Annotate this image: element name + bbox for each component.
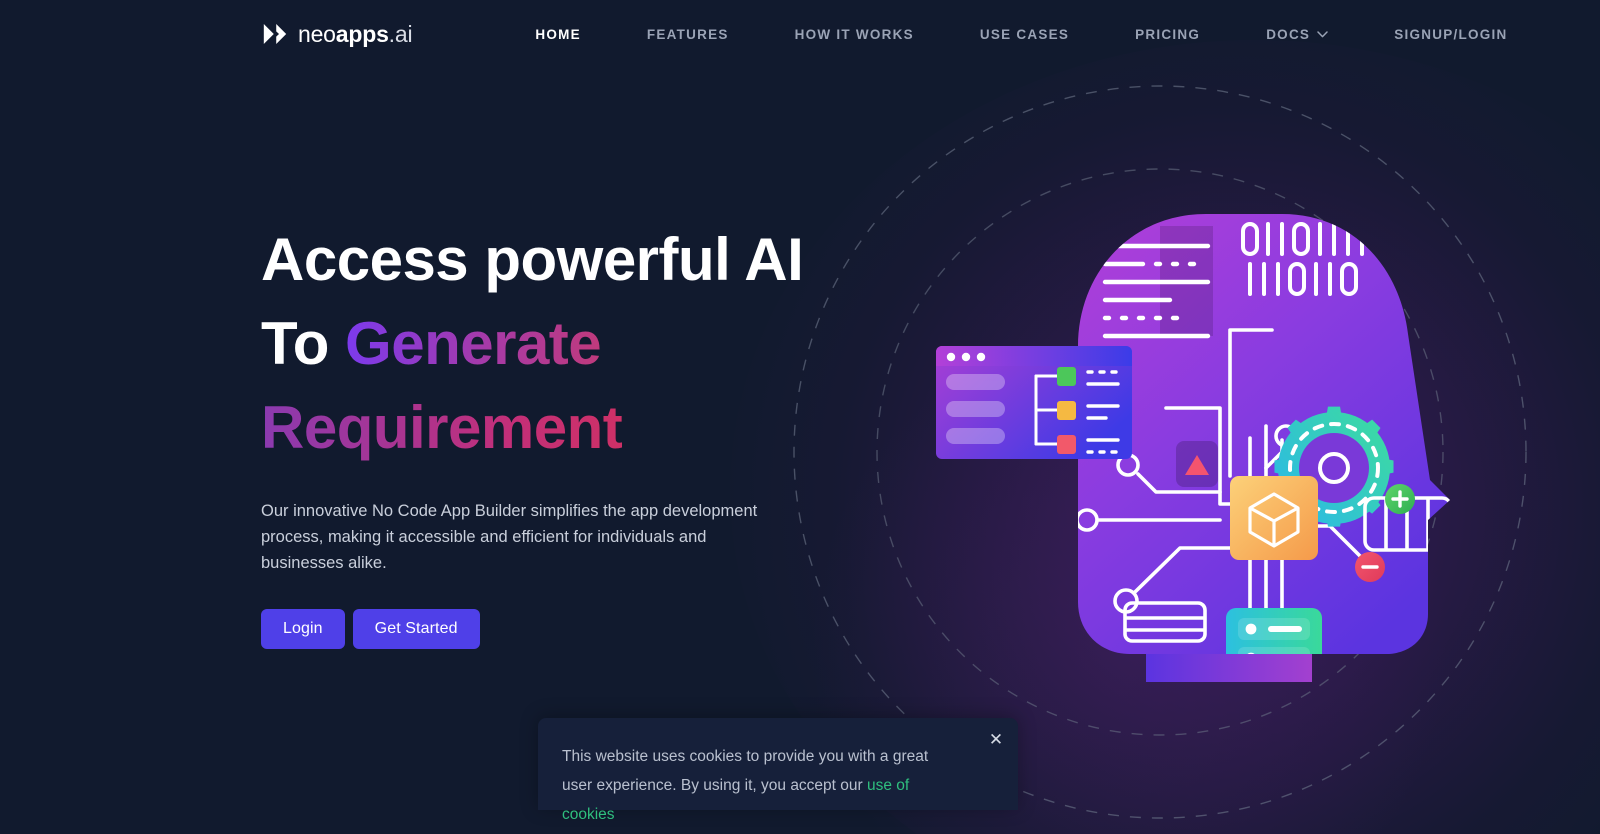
brand-logo[interactable]: neoapps.ai (261, 17, 413, 51)
nav-item-docs[interactable]: DOCS (1233, 27, 1361, 42)
cube-tile-icon (1230, 476, 1318, 560)
chevron-down-icon (1317, 30, 1328, 37)
plus-badge-icon (1385, 484, 1415, 514)
brand-wordmark: neoapps.ai (298, 20, 413, 48)
hero-headline-accent-generate: Generate (345, 310, 602, 377)
neoapps-logo-mark-icon (263, 24, 287, 44)
nav-item-how-it-works[interactable]: HOW IT WORKS (762, 27, 947, 42)
get-started-button[interactable]: Get Started (352, 609, 480, 649)
nav-item-use-cases-label: USE CASES (979, 26, 1070, 42)
nav-item-features-label: FEATURES (646, 26, 729, 42)
nav-links: HOME FEATURES HOW IT WORKS USE CASES PRI… (502, 27, 1540, 42)
nav-item-home[interactable]: HOME (502, 27, 614, 42)
nav-item-features[interactable]: FEATURES (614, 27, 762, 42)
cookie-consent-banner: This website uses cookies to provide you… (538, 718, 1018, 823)
nav-item-pricing[interactable]: PRICING (1102, 27, 1233, 42)
nav-item-signup-login-label: SIGNUP/LOGIN (1394, 26, 1508, 42)
hero-headline-line-1: Access powerful AI (261, 226, 804, 293)
main-navbar: neoapps.ai HOME FEATURES HOW IT WORKS US… (0, 0, 1600, 68)
brand-name-light: neo (298, 20, 336, 47)
triangle-tile-icon (1176, 441, 1218, 487)
brand-tld: .ai (388, 20, 413, 47)
cookie-close-button[interactable]: ✕ (984, 727, 1008, 751)
hero-headline-line-2-plain: To (261, 310, 346, 377)
hero-cta-row: Login Get Started (261, 609, 821, 649)
hero-illustration (930, 168, 1505, 688)
login-button[interactable]: Login (261, 609, 345, 649)
close-icon: ✕ (988, 729, 1004, 749)
nav-item-signup-login[interactable]: SIGNUP/LOGIN (1361, 27, 1540, 42)
nav-item-home-label: HOME (535, 26, 581, 42)
nav-item-how-it-works-label: HOW IT WORKS (794, 26, 914, 42)
ai-head-illustration-icon (936, 214, 1450, 682)
nav-item-pricing-label: PRICING (1135, 26, 1201, 42)
cookie-banner-text: This website uses cookies to provide you… (562, 742, 962, 829)
nav-item-docs-label: DOCS (1266, 26, 1311, 42)
brand-name-bold: apps (335, 20, 389, 47)
minus-badge-icon (1355, 552, 1385, 582)
hero-headline: Access powerful AI To Generate Requireme… (261, 218, 821, 470)
ui-window-card (936, 346, 1132, 459)
hero-subcopy: Our innovative No Code App Builder simpl… (261, 502, 758, 572)
hero-headline-line-2: To Generate (261, 302, 821, 386)
page-root: neoapps.ai HOME FEATURES HOW IT WORKS US… (0, 0, 1600, 834)
nav-item-use-cases[interactable]: USE CASES (947, 27, 1102, 42)
hero-content: Access powerful AI To Generate Requireme… (261, 218, 821, 649)
hero-headline-accent-requirement: Requirement (261, 386, 821, 470)
